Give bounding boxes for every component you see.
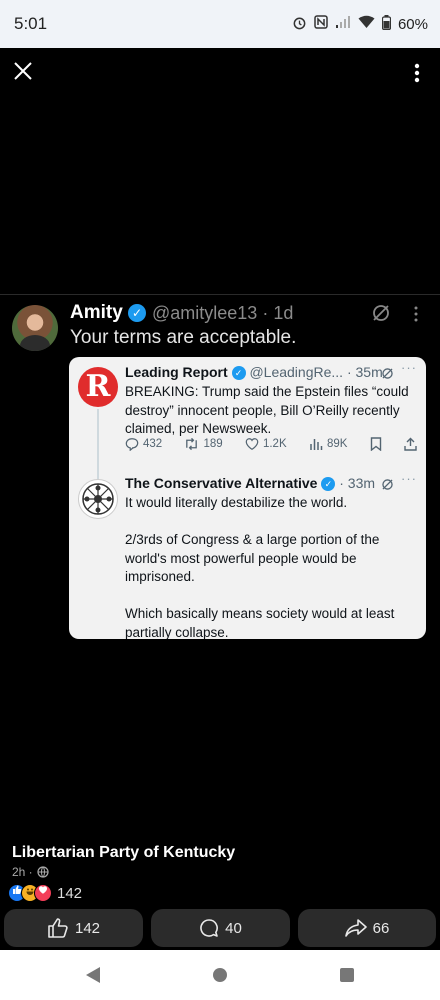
like-count: 142 [74, 919, 101, 937]
repost-icon [186, 437, 198, 451]
tweet-handle: @amitylee13 · 1d [152, 303, 294, 323]
grok-icon [371, 303, 391, 323]
verified-badge-icon: ✓ [231, 366, 246, 381]
quoted-action-bar: 432 189 1.2K 89K [125, 437, 417, 451]
reaction-summary[interactable]: 142 [8, 884, 82, 902]
grok-icon [381, 367, 394, 380]
status-bar: 5:01 60% [0, 0, 440, 48]
back-icon[interactable] [86, 967, 100, 983]
like-stat: 1.2K [245, 437, 287, 451]
tweet-more-icon [414, 306, 418, 322]
alarm-icon [292, 15, 307, 34]
home-icon[interactable] [213, 968, 227, 982]
reply-stat: 432 [125, 437, 162, 451]
bookmark-stat [370, 437, 382, 451]
globe-icon [37, 866, 49, 878]
divider [0, 294, 440, 295]
comment-button[interactable]: 40 [151, 909, 290, 947]
comment-count: 40 [225, 919, 242, 937]
quoted-author: Leading Report ✓ @LeadingRe... · 35m [125, 364, 383, 381]
battery-icon [381, 14, 392, 34]
verified-badge-icon: ✓ [321, 477, 336, 492]
conservative-alternative-avatar [78, 479, 118, 519]
media-top-bar [0, 48, 440, 98]
reaction-count: 142 [57, 884, 83, 902]
repost-stat: 189 [184, 437, 223, 451]
leading-report-avatar: R [78, 367, 118, 407]
page-name[interactable]: Libertarian Party of Kentucky [12, 844, 235, 862]
views-stat: 89K [309, 437, 347, 451]
close-icon[interactable] [12, 60, 34, 82]
quoted-reply-text: It would literally destabilize the world… [125, 495, 395, 639]
quoted-thread-card: R Leading Report ✓ @LeadingRe... · 35m ·… [69, 357, 426, 639]
views-icon [310, 439, 323, 450]
more-horizontal-icon: ··· [401, 360, 417, 375]
share-icon [404, 437, 417, 451]
thread-connector [97, 409, 99, 479]
reply-icon [125, 438, 139, 451]
status-icons: 60% [292, 14, 428, 34]
more-vertical-icon[interactable] [414, 62, 420, 84]
tweet-author: Amity ✓ [70, 302, 147, 324]
share-count: 66 [372, 919, 390, 937]
share-arrow-icon [344, 919, 367, 937]
share-button[interactable]: 66 [298, 909, 436, 947]
comment-icon [200, 919, 219, 937]
love-reaction-icon [34, 884, 52, 902]
wifi-icon [358, 15, 375, 33]
share-stat [404, 437, 417, 451]
verified-badge-icon: ✓ [128, 303, 147, 322]
battery-percent: 60% [397, 15, 428, 33]
status-time: 5:01 [14, 14, 48, 33]
system-nav-bar [0, 950, 440, 1000]
quoted-reply-author: The Conservative Alternative ✓ · 33m [125, 475, 376, 492]
heart-icon [245, 438, 259, 450]
bookmark-icon [370, 437, 381, 451]
quoted-text: BREAKING: Trump said the Epstein files “… [125, 384, 409, 436]
signal-icon [335, 15, 351, 33]
thumbs-up-icon [48, 918, 68, 938]
more-horizontal-icon: ··· [401, 471, 417, 486]
recents-icon[interactable] [340, 968, 354, 982]
tweet-text: Your terms are acceptable. [70, 327, 297, 348]
like-button[interactable]: 142 [4, 909, 143, 947]
post-time: 2h · [12, 865, 49, 879]
grok-icon [381, 478, 394, 491]
author-avatar [12, 305, 58, 351]
nfc-icon [314, 15, 328, 33]
